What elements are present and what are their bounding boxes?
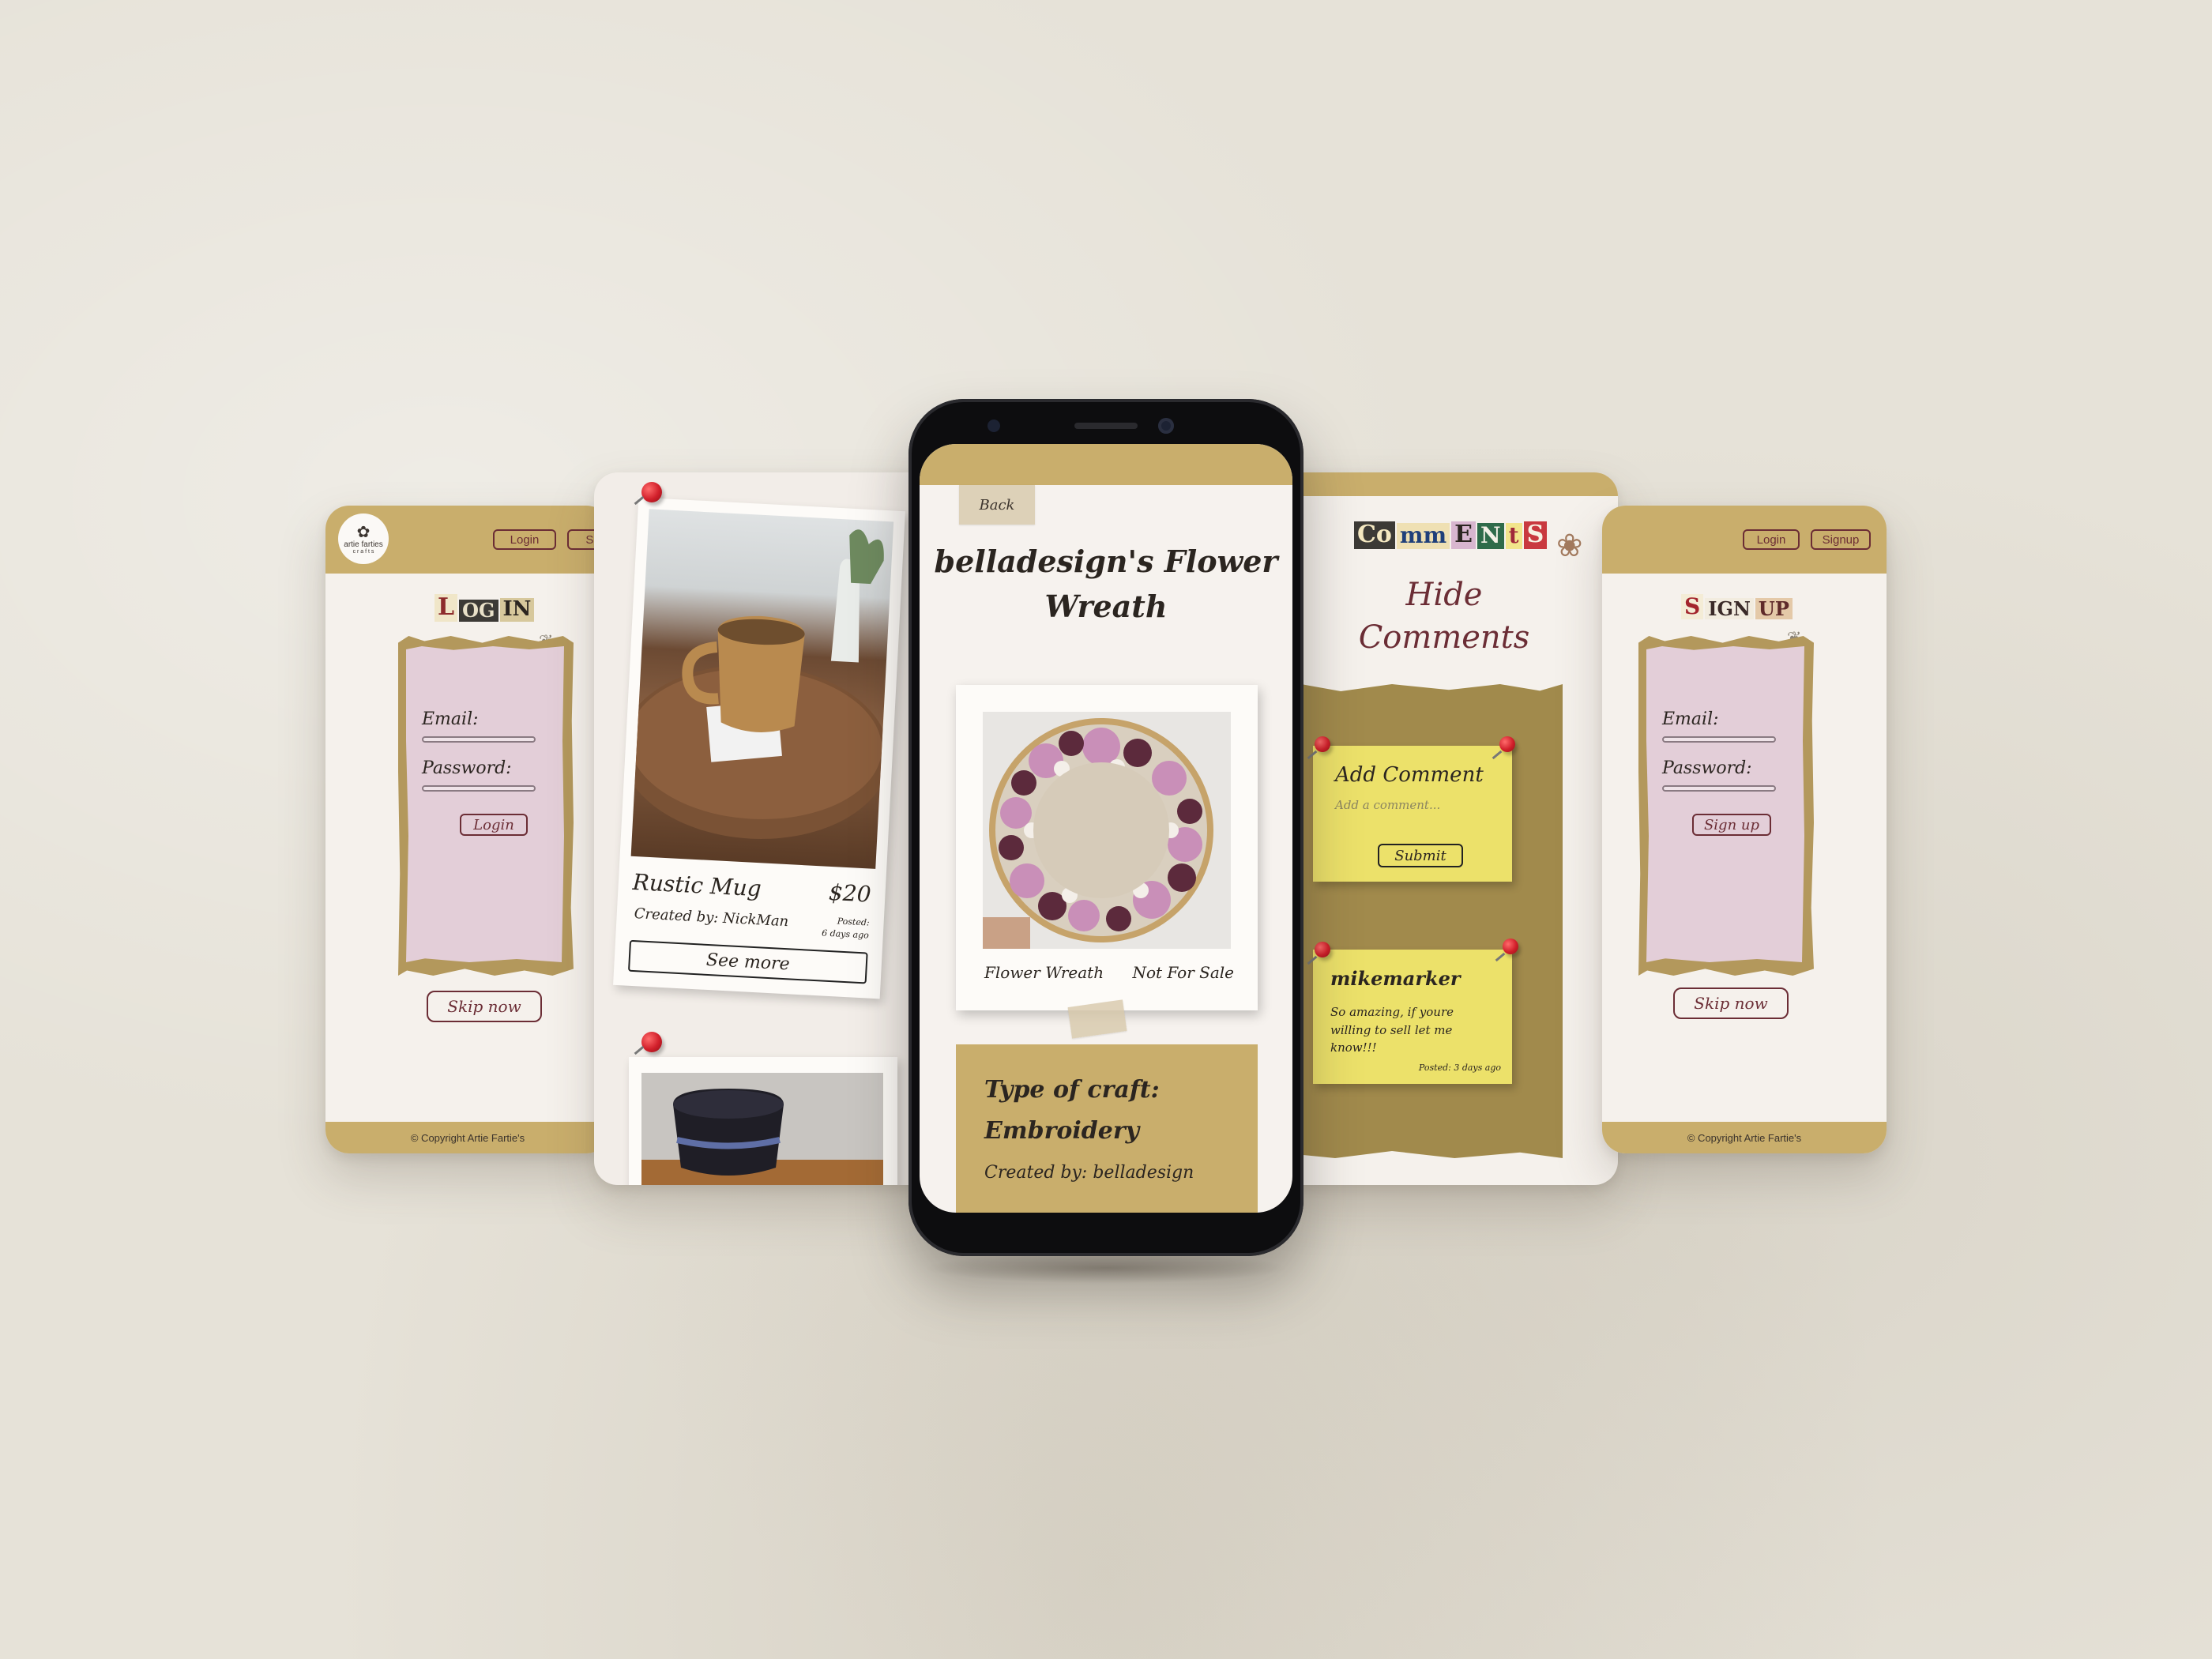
craft-photo [983, 712, 1231, 949]
password-field[interactable] [1662, 785, 1776, 792]
email-label: Email: [1662, 709, 1719, 729]
mug-photo [630, 509, 894, 869]
email-field[interactable] [422, 736, 536, 743]
login-form-card: Email: Password: Login [406, 646, 564, 962]
password-field[interactable] [422, 785, 536, 792]
flower-logo-icon: ✿ [356, 521, 371, 541]
skip-now-button[interactable]: Skip now [1673, 988, 1789, 1019]
item-name: Rustic Mug [632, 868, 762, 902]
comments-screen: Co mm E N t S ❀ Hide Comments Add Commen… [1278, 472, 1618, 1185]
listing-card-2 [629, 1057, 897, 1185]
pushpin-icon [641, 482, 662, 502]
mug-illustration [630, 529, 890, 839]
listing-card: Rustic Mug $20 Created by: NickMan Poste… [613, 497, 905, 999]
item-posted-label: Posted: [837, 916, 870, 928]
nav-login-button[interactable]: Login [493, 529, 556, 550]
flower-wreath-illustration [983, 718, 1213, 949]
login-header: ✿ artie farties c r a f t s Login Si [325, 506, 610, 574]
camera-icon [1158, 418, 1174, 434]
craft-type-value: Embroidery [984, 1117, 1140, 1145]
pushpin-icon [1315, 736, 1330, 752]
submit-comment-button[interactable]: Submit [1378, 844, 1463, 867]
bowl-photo [641, 1073, 883, 1185]
login-footer: © Copyright Artie Fartie's [325, 1122, 610, 1153]
craft-photo-card: Flower Wreath Not For Sale [956, 685, 1258, 1010]
comments-top-strip [1278, 472, 1618, 496]
signup-form-card: Email: Password: Sign up [1646, 646, 1804, 962]
nav-login-button[interactable]: Login [1743, 529, 1800, 550]
see-more-button[interactable]: See more [627, 939, 868, 984]
email-field[interactable] [1662, 736, 1776, 743]
comment-input[interactable]: Add a comment... [1335, 798, 1440, 812]
bowl-illustration [641, 1089, 883, 1185]
brand-logo[interactable]: ✿ artie farties c r a f t s [338, 514, 389, 564]
signup-footer: © Copyright Artie Fartie's [1602, 1122, 1887, 1153]
comment-username: mikemarker [1330, 967, 1461, 990]
craft-info-panel: Type of craft: Embroidery Created by: be… [956, 1044, 1258, 1213]
comment-posted: Posted: 3 days ago [1418, 1063, 1501, 1073]
login-screen: ✿ artie farties c r a f t s Login Si L O… [325, 506, 610, 1153]
add-comment-note: Add Comment Add a comment... Submit [1313, 746, 1512, 882]
craft-type-label: Type of craft: [984, 1076, 1160, 1104]
skip-now-button[interactable]: Skip now [427, 991, 542, 1022]
listing-screen: Rustic Mug $20 Created by: NickMan Poste… [594, 472, 934, 1185]
pressed-flower-icon: ❀ [1556, 528, 1583, 564]
pushpin-icon [1315, 942, 1330, 957]
item-price: $20 [828, 878, 872, 908]
nav-signup-button[interactable]: Signup [1811, 529, 1871, 550]
signup-submit-button[interactable]: Sign up [1692, 814, 1771, 836]
comments-title: Co mm E N t S [1354, 521, 1548, 549]
item-creator: Created by: NickMan [634, 905, 789, 931]
phone-shadow [924, 1252, 1288, 1284]
phone-frame: Back belladesign's Flower Wreath Flower … [908, 399, 1304, 1256]
pushpin-icon [1499, 736, 1515, 752]
signup-title: S IGN UP [1681, 593, 1793, 620]
pushpin-icon [1503, 939, 1518, 954]
hide-comments-button[interactable]: Hide Comments [1334, 574, 1555, 659]
email-label: Email: [422, 709, 479, 729]
phone-speaker [1074, 423, 1138, 429]
sensor-icon [988, 419, 1000, 432]
pushpin-icon [641, 1032, 662, 1052]
login-submit-button[interactable]: Login [460, 814, 528, 836]
password-label: Password: [422, 758, 512, 778]
signup-screen: Login Signup S IGN UP ❦ Email: Password:… [1602, 506, 1887, 1153]
sale-status: Not For Sale [1132, 963, 1234, 982]
detail-screen: Back belladesign's Flower Wreath Flower … [920, 444, 1292, 1213]
detail-top-strip [920, 444, 1292, 485]
login-title: L OG IN [434, 593, 535, 622]
craft-creator: Created by: belladesign [984, 1163, 1194, 1183]
comment-note: mikemarker So amazing, if youre willing … [1313, 950, 1512, 1084]
password-label: Password: [1662, 758, 1752, 778]
comment-text: So amazing, if youre willing to sell let… [1330, 1005, 1454, 1055]
detail-title: belladesign's Flower Wreath [934, 544, 1278, 624]
craft-caption: Flower Wreath [984, 963, 1104, 982]
back-button[interactable]: Back [959, 485, 1035, 525]
signup-header: Login Signup [1602, 506, 1887, 574]
tape-decoration [1067, 999, 1127, 1039]
add-comment-title: Add Comment [1335, 763, 1484, 787]
item-posted-value: 6 days ago [821, 927, 870, 941]
